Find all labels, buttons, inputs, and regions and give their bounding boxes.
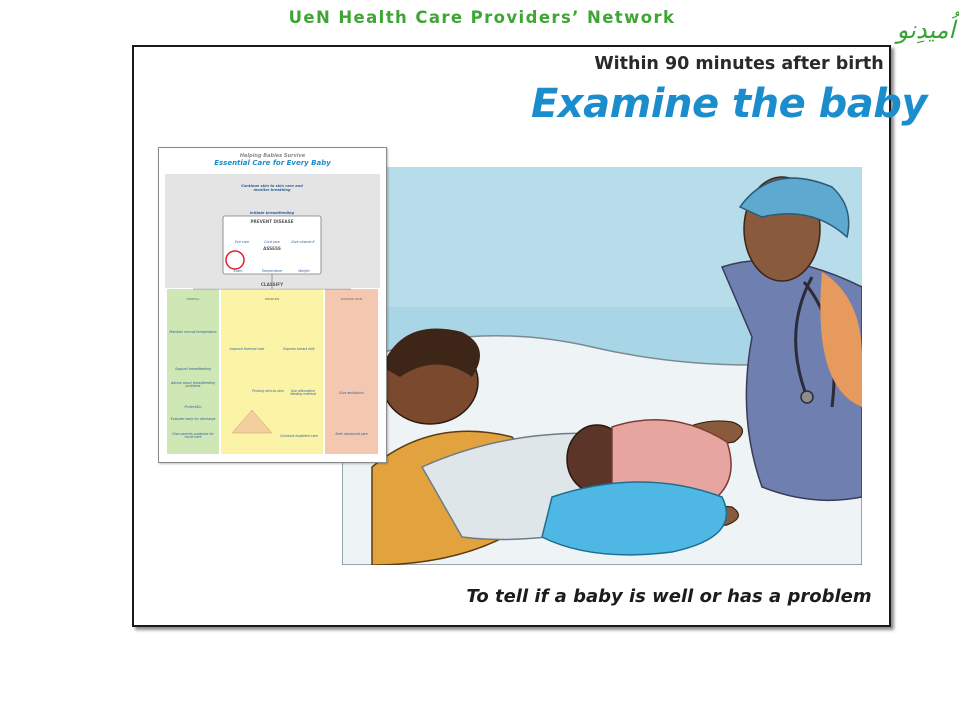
danger-item: Seek advanced care: [335, 432, 368, 436]
network-title: UeN Health Care Providers’ Network: [288, 8, 676, 27]
normal-item: Evaluate baby for discharge: [170, 417, 216, 421]
normal-item: Advise about breastfeeding problems: [171, 381, 215, 389]
action-plan-step-feeding: Initiate breastfeeding: [249, 211, 295, 215]
column-normal-heading: NORMAL: [186, 297, 200, 301]
assess-item: Weight: [298, 269, 310, 273]
classify-heading: CLASSIFY: [260, 282, 284, 287]
exam-highlight-circle: [225, 250, 245, 270]
prevent-item: Give vitamin K: [291, 240, 315, 244]
newborn-exam-illustration: [342, 167, 862, 565]
normal-item: Maintain normal temperature: [169, 330, 217, 334]
action-plan-diagram: [159, 148, 386, 462]
action-plan-step-birth: Continue skin to skin care and monitor b…: [241, 184, 303, 192]
assess-item: Temperature: [261, 269, 283, 273]
slide-headline: Examine the baby: [530, 81, 928, 127]
danger-item: Give antibiotics: [339, 391, 364, 395]
prevent-item: Cord care: [264, 240, 280, 244]
normal-item: Support breastfeeding: [175, 367, 211, 371]
problem-item: Improve thermal care: [229, 347, 265, 351]
action-plan-title: Essential Care for Every Baby: [214, 159, 331, 167]
column-problem-heading: PROBLEM: [264, 297, 280, 301]
problem-item: Prolong skin-to-skin: [252, 389, 284, 393]
prevent-disease-heading: PREVENT DISEASE: [250, 219, 294, 224]
problem-item: Express breast milk: [283, 347, 315, 351]
slide-subhead: Within 90 minutes after birth: [594, 54, 884, 74]
logo-text: اُمیدِنو: [894, 12, 959, 44]
normal-item: Give parents guidance for home care: [172, 432, 214, 440]
prevent-item: Eye care: [235, 240, 249, 244]
problem-item: Continue inpatient care: [280, 434, 318, 438]
assess-item: Exam: [233, 269, 243, 273]
slide-caption: To tell if a baby is well or has a probl…: [466, 586, 872, 607]
normal-item: Protect/Go: [184, 405, 202, 409]
assess-heading: ASSESS: [263, 246, 281, 251]
action-plan-thumbnail: Helping Babies Survive Essential Care fo…: [158, 147, 387, 463]
problem-item: Use alternative feeding method: [290, 389, 316, 397]
column-danger-heading: DANGER SIGN: [340, 297, 363, 301]
omid-e-nau-logo: اُمیدِنو: [894, 12, 959, 44]
